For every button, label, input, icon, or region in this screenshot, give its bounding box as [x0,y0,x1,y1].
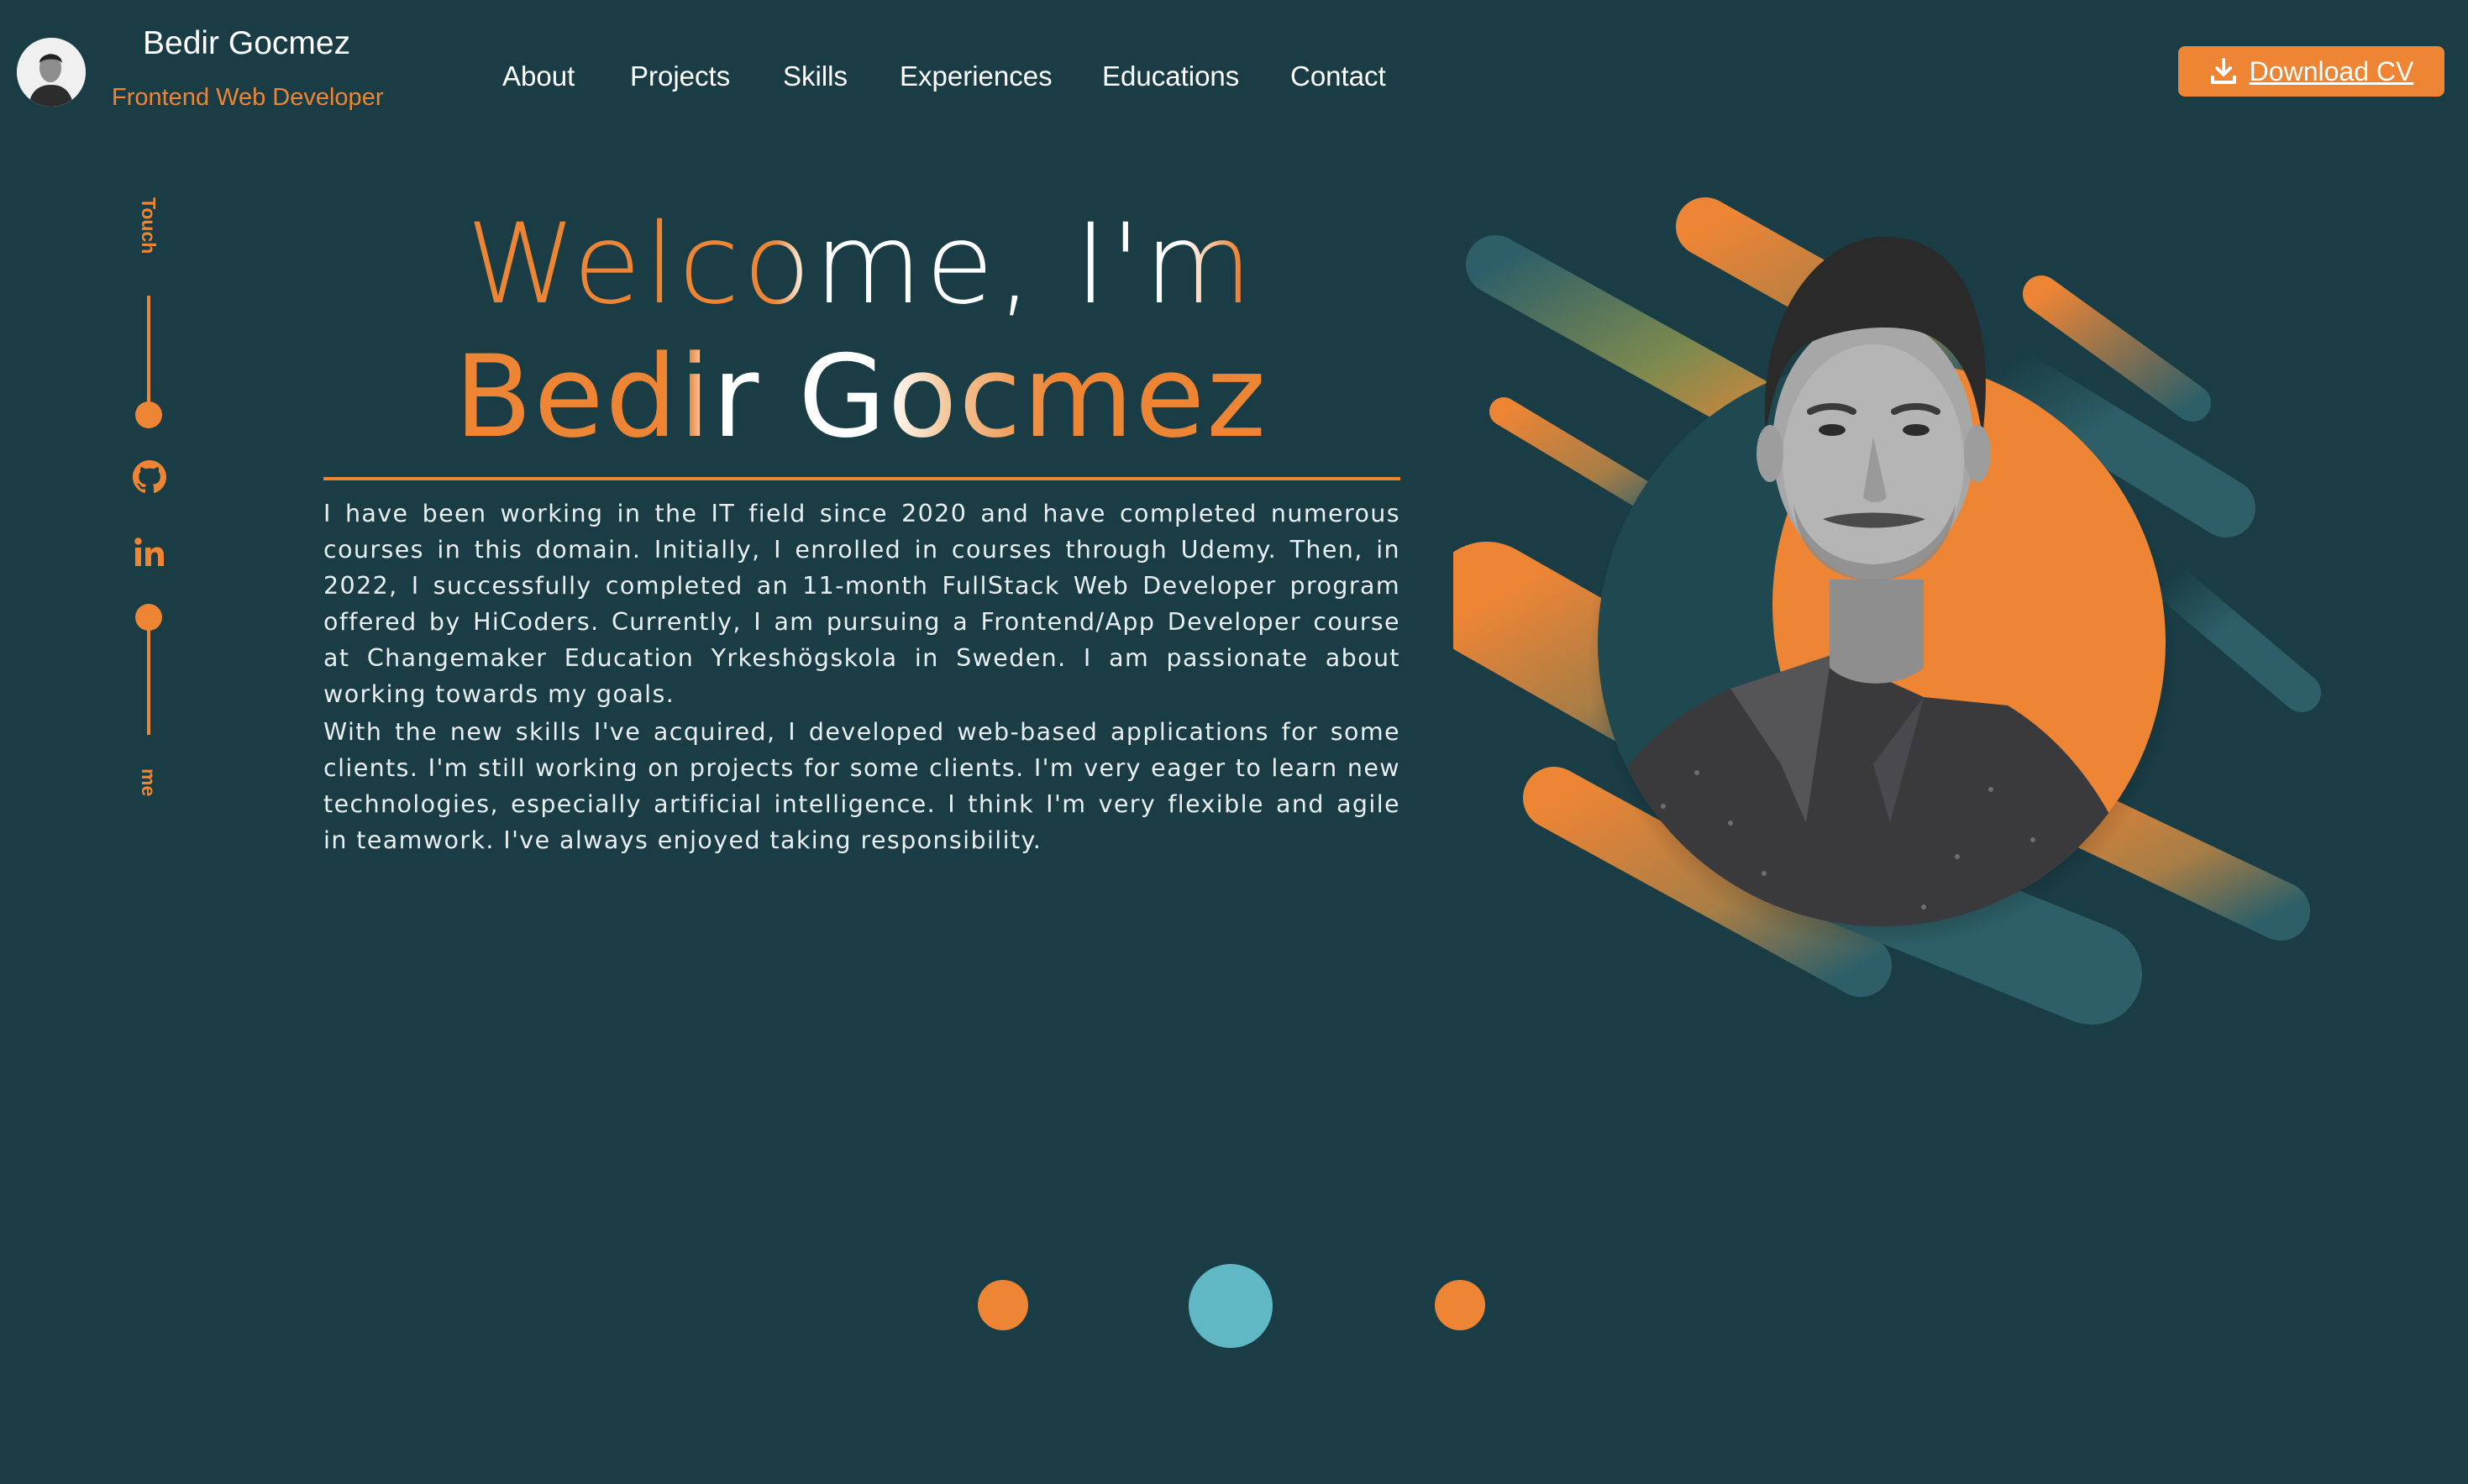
nav-educations[interactable]: Educations [1102,60,1239,92]
nav-experiences[interactable]: Experiences [900,60,1053,92]
portfolio-page: Bedir Gocmez Frontend Web Developer Abou… [0,0,2468,1484]
nav-about[interactable]: About [502,60,575,92]
download-cv-button[interactable]: Download CV [2178,46,2444,97]
brand-name[interactable]: Bedir Gocmez [143,25,350,62]
hero-illustration [1453,197,2321,1025]
download-cv-label: Download CV [2249,55,2414,87]
github-icon[interactable] [133,460,166,494]
nav-projects[interactable]: Projects [630,60,730,92]
main-nav: About Projects Skills Experiences Educat… [0,60,1428,97]
rail-me-text: me [138,768,160,797]
linkedin-icon[interactable] [133,536,166,569]
pager-dot-3[interactable] [1435,1280,1485,1330]
pager-dot-2-active[interactable] [1189,1264,1273,1348]
rail-dot-top [135,401,162,428]
rail-touch-text: Touch [138,197,160,254]
nav-contact[interactable]: Contact [1290,60,1386,92]
hero-name-heading: Bedir Gocmez [323,330,1399,464]
pager-dot-1[interactable] [978,1280,1028,1330]
rail-line-top [147,296,150,413]
hero-divider [323,477,1400,480]
rail-line-bottom [147,617,150,735]
bio-paragraph-1: I have been working in the IT field sinc… [323,500,1400,708]
welcome-heading: Welcome, I'm [323,197,1399,332]
bio-paragraph-2: With the new skills I've acquired, I dev… [323,718,1400,854]
download-icon [2210,58,2236,84]
nav-skills[interactable]: Skills [783,60,848,92]
pill-teal-far-right [2148,560,2321,712]
